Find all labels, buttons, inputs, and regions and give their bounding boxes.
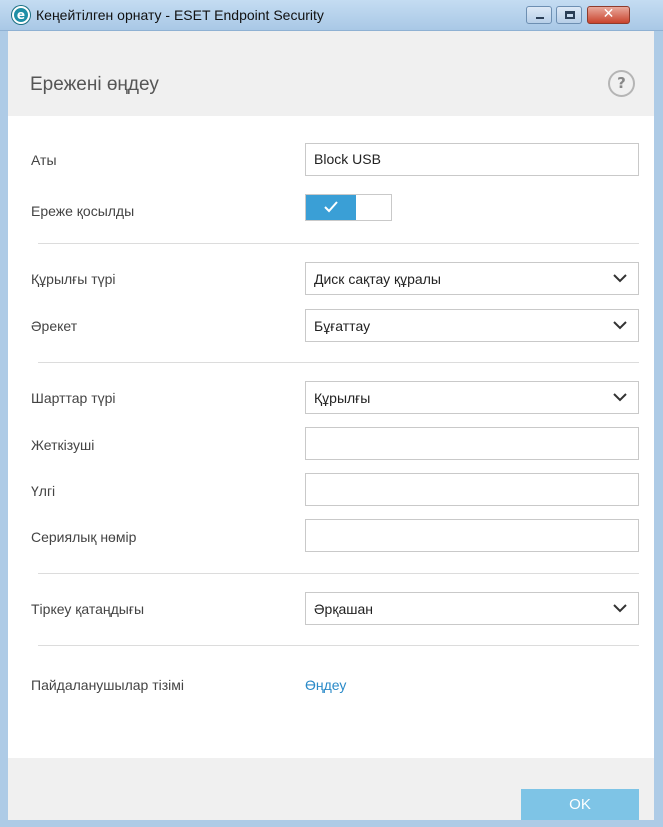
chevron-down-icon: [613, 604, 627, 613]
criteria-type-label: Шарттар түрі: [31, 390, 116, 406]
serial-number-label: Сериялық нөмір: [31, 529, 137, 545]
close-icon: ✕: [602, 6, 615, 22]
criteria-type-dropdown[interactable]: Құрылғы: [305, 381, 639, 414]
vendor-field[interactable]: [305, 427, 639, 460]
minimize-icon: [536, 17, 544, 19]
minimize-button[interactable]: [526, 6, 552, 24]
application-window: e Кеңейтілген орнату - ESET Endpoint Sec…: [0, 0, 663, 827]
divider: [38, 362, 639, 363]
action-label: Әрекет: [31, 318, 78, 334]
log-severity-value: Әрқашан: [314, 601, 373, 617]
action-value: Бұғаттау: [314, 318, 371, 334]
page-title: Ережені өңдеу: [30, 74, 159, 95]
help-icon[interactable]: ?: [608, 70, 635, 97]
check-icon: [324, 201, 338, 213]
ok-button[interactable]: OK: [521, 789, 639, 820]
divider: [38, 645, 639, 646]
model-field[interactable]: [305, 473, 639, 506]
log-severity-dropdown[interactable]: Әрқашан: [305, 592, 639, 625]
rule-enabled-label: Ереже қосылды: [31, 203, 135, 219]
name-field[interactable]: Block USB: [305, 143, 639, 176]
divider: [38, 243, 639, 244]
window-title: Кеңейтілген орнату - ESET Endpoint Secur…: [36, 7, 324, 23]
close-button[interactable]: ✕: [587, 6, 630, 24]
model-label: Үлгі: [31, 483, 56, 499]
maximize-button[interactable]: [556, 6, 582, 24]
user-list-label: Пайдаланушылар тізімі: [31, 677, 185, 693]
divider: [38, 573, 639, 574]
chevron-down-icon: [613, 393, 627, 402]
dialog-content: Ережені өңдеу ? Аты Block USB Ереже қосы…: [8, 31, 654, 820]
vendor-label: Жеткізуші: [31, 437, 95, 453]
log-severity-label: Тіркеу қатаңдығы: [31, 601, 145, 617]
chevron-down-icon: [613, 274, 627, 283]
criteria-type-value: Құрылғы: [314, 390, 371, 406]
chevron-down-icon: [613, 321, 627, 330]
title-bar[interactable]: e Кеңейтілген орнату - ESET Endpoint Sec…: [0, 0, 663, 31]
dialog-header: Ережені өңдеу ?: [8, 31, 654, 116]
device-type-dropdown[interactable]: Диск сақтау құралы: [305, 262, 639, 295]
eset-logo-icon: e: [12, 6, 30, 24]
device-type-value: Диск сақтау құралы: [314, 271, 441, 287]
serial-number-field[interactable]: [305, 519, 639, 552]
name-label: Аты: [31, 152, 57, 168]
toggle-on-indicator: [306, 195, 356, 220]
rule-enabled-toggle[interactable]: [305, 194, 392, 221]
edit-user-list-link[interactable]: Өңдеу: [305, 677, 346, 693]
maximize-icon: [565, 11, 575, 19]
action-dropdown[interactable]: Бұғаттау: [305, 309, 639, 342]
device-type-label: Құрылғы түрі: [31, 271, 116, 287]
